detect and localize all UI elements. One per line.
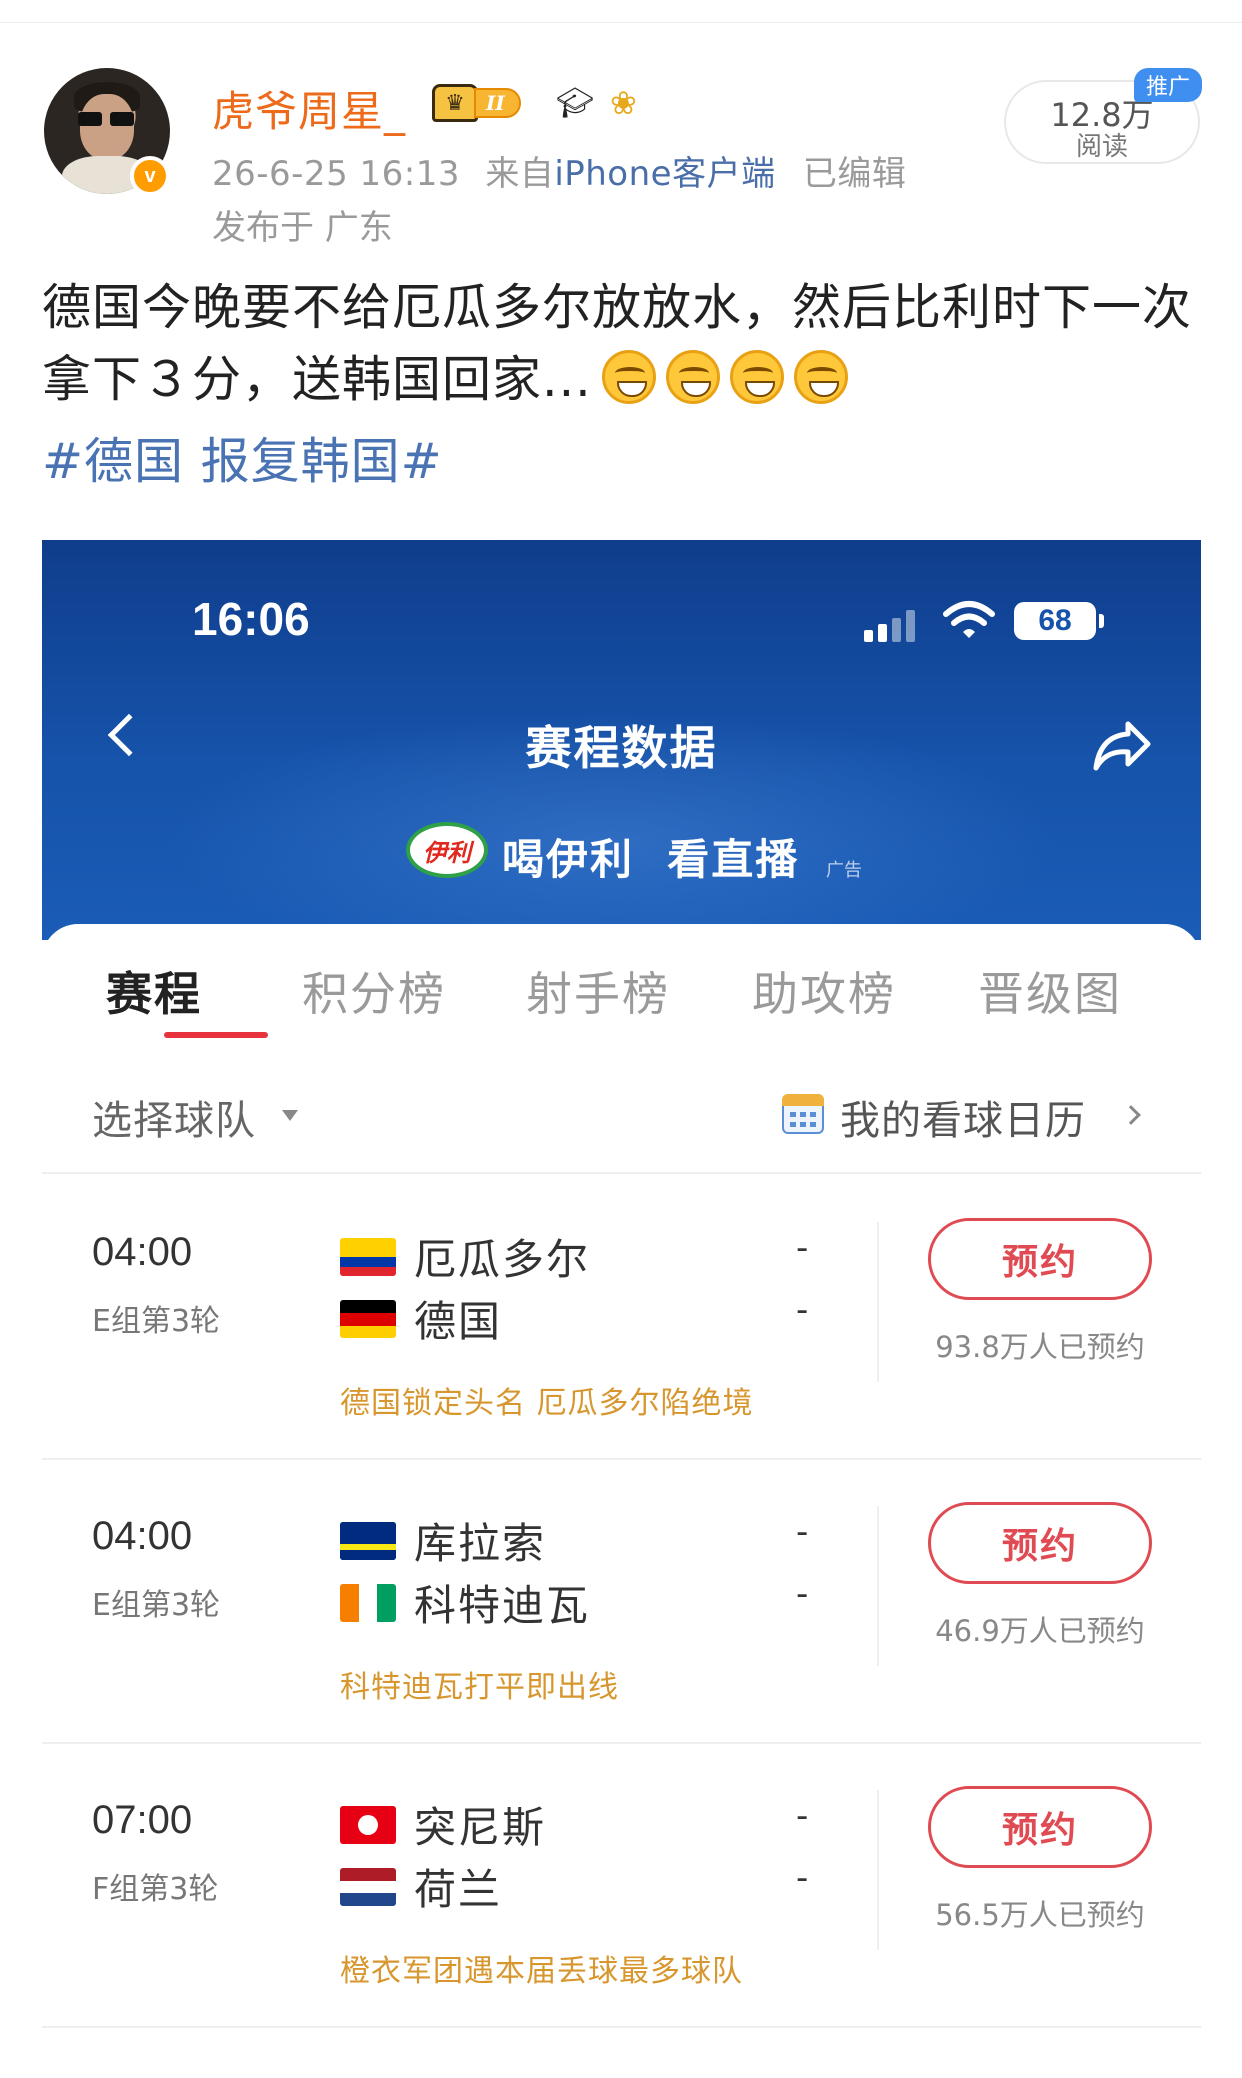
reserve-button[interactable]: 预约 <box>928 1786 1152 1868</box>
post-body: 德国今晚要不给厄瓜多尔放放水，然后比利时下一次拿下３分，送韩国回家... <box>42 272 1202 416</box>
match-row[interactable]: 04:00 E组第3轮 库拉索 - 科特迪瓦 - 预约 46.9万人已预约 科特… <box>42 1460 1201 1742</box>
reserve-count: 56.5万人已预约 <box>935 1898 1145 1932</box>
divider <box>877 1790 879 1950</box>
active-tab-indicator <box>164 1032 268 1038</box>
germany-flag-icon <box>340 1300 396 1338</box>
away-score: - <box>796 1858 809 1898</box>
away-score: - <box>796 1574 809 1614</box>
home-score: - <box>796 1796 809 1836</box>
divider <box>877 1506 879 1666</box>
ecuador-flag-icon <box>340 1238 396 1276</box>
home-score: - <box>796 1228 809 1268</box>
divider <box>42 1172 1201 1174</box>
tab-bracket[interactable]: 晋级图 <box>978 958 1122 1024</box>
ad-tag: 广告 <box>826 860 862 881</box>
curacao-flag-icon <box>340 1522 396 1560</box>
status-time: 16:06 <box>192 593 310 645</box>
username[interactable]: 虎爷周星_ <box>212 78 406 139</box>
match-round: E组第3轮 <box>92 1304 221 1339</box>
team-select[interactable]: 选择球队 <box>92 1088 256 1146</box>
battery-icon: 68 <box>1014 602 1104 640</box>
home-team[interactable]: 突尼斯 <box>414 1794 546 1855</box>
filter-row: 选择球队 我的看球日历 <box>42 1074 1201 1154</box>
match-note: 橙衣军团遇本届丢球最多球队 <box>340 1954 743 1989</box>
home-team[interactable]: 厄瓜多尔 <box>414 1226 590 1287</box>
divider <box>42 2026 1201 2028</box>
reserve-button[interactable]: 预约 <box>928 1218 1152 1300</box>
away-team[interactable]: 荷兰 <box>414 1856 502 1917</box>
match-row[interactable]: 04:00 E组第3轮 厄瓜多尔 - 德国 - 预约 93.8万人已预约 德国锁… <box>42 1176 1201 1458</box>
home-team[interactable]: 库拉索 <box>414 1510 546 1571</box>
sunflower-icon[interactable]: ❀ <box>610 84 637 122</box>
tab-assists[interactable]: 助攻榜 <box>752 958 896 1024</box>
reads-label: 阅读 <box>1075 132 1128 162</box>
grin-emoji-icon <box>793 350 848 404</box>
grin-emoji-icon <box>729 350 784 404</box>
tab-bar: 赛程 积分榜 射手榜 助攻榜 晋级图 <box>42 924 1201 1040</box>
page-title: 赛程数据 <box>525 721 718 775</box>
reserve-count: 93.8万人已预约 <box>935 1330 1145 1364</box>
reserve-button[interactable]: 预约 <box>928 1502 1152 1584</box>
top-divider <box>0 22 1242 23</box>
home-score: - <box>796 1512 809 1552</box>
share-icon[interactable] <box>1092 718 1152 774</box>
match-time: 07:00 <box>92 1798 193 1842</box>
reserve-count: 46.9万人已预约 <box>935 1614 1145 1648</box>
tunisia-flag-icon <box>340 1806 396 1844</box>
schedule-panel: 赛程 积分榜 射手榜 助攻榜 晋级图 选择球队 我的看球日历 04:00 E组第… <box>42 924 1201 2052</box>
away-team[interactable]: 德国 <box>414 1288 502 1349</box>
match-note: 德国锁定头名 厄瓜多尔陷绝境 <box>340 1386 754 1421</box>
match-round: F组第3轮 <box>92 1872 219 1907</box>
attached-image[interactable]: 16:06 68 赛程数据 伊利 喝伊利 看直播 广告 赛程 积分榜 射手榜 助… <box>42 540 1201 2052</box>
calendar-icon[interactable] <box>782 1094 824 1134</box>
yili-logo: 伊利 <box>406 822 488 878</box>
post-meta: 26-6-25 16:13 来自iPhone客户端 已编辑 <box>212 146 906 195</box>
vip-level-badge[interactable]: ♛ II <box>432 84 521 122</box>
crown-icon: ♛ <box>432 84 478 122</box>
tab-schedule[interactable]: 赛程 <box>106 958 202 1024</box>
source-prefix: 来自 <box>485 154 555 194</box>
signal-icon <box>864 610 920 642</box>
hashtag-link[interactable]: #德国 报复韩国# <box>42 422 443 493</box>
ad-text: 喝伊利 看直播 <box>502 835 800 884</box>
match-round: E组第3轮 <box>92 1588 221 1623</box>
grin-emoji-icon <box>665 350 720 404</box>
promo-tag[interactable]: 推广 <box>1134 68 1202 102</box>
post-timestamp: 26-6-25 16:13 <box>212 154 460 194</box>
chevron-right-icon[interactable] <box>1121 1105 1141 1125</box>
dropdown-triangle-icon[interactable] <box>282 1110 298 1121</box>
wifi-icon <box>943 601 995 638</box>
verified-v-icon: v <box>130 156 170 196</box>
sponsor-banner[interactable]: 伊利 喝伊利 看直播 广告 <box>42 818 1201 888</box>
away-score: - <box>796 1290 809 1330</box>
post-source[interactable]: iPhone客户端 <box>554 154 775 194</box>
calendar-link[interactable]: 我的看球日历 <box>840 1088 1086 1146</box>
match-time: 04:00 <box>92 1514 193 1558</box>
edited-label[interactable]: 已编辑 <box>803 154 907 194</box>
level-label: II <box>474 88 521 118</box>
match-note: 科特迪瓦打平即出线 <box>340 1670 619 1705</box>
divider <box>877 1222 879 1382</box>
grin-emoji-icon <box>601 350 656 404</box>
graduation-cap-icon[interactable]: 🎓︎ <box>556 86 594 121</box>
ivory-coast-flag-icon <box>340 1584 396 1622</box>
away-team[interactable]: 科特迪瓦 <box>414 1572 590 1633</box>
post-location: 发布于 广东 <box>212 208 393 248</box>
app-header: 16:06 68 赛程数据 伊利 喝伊利 看直播 广告 <box>42 540 1201 970</box>
netherlands-flag-icon <box>340 1868 396 1906</box>
battery-level: 68 <box>1038 604 1072 637</box>
tab-standings[interactable]: 积分榜 <box>302 958 446 1024</box>
match-time: 04:00 <box>92 1230 193 1274</box>
match-row[interactable]: 07:00 F组第3轮 突尼斯 - 荷兰 - 预约 56.5万人已预约 橙衣军团… <box>42 1744 1201 2026</box>
tab-scorers[interactable]: 射手榜 <box>526 958 670 1024</box>
